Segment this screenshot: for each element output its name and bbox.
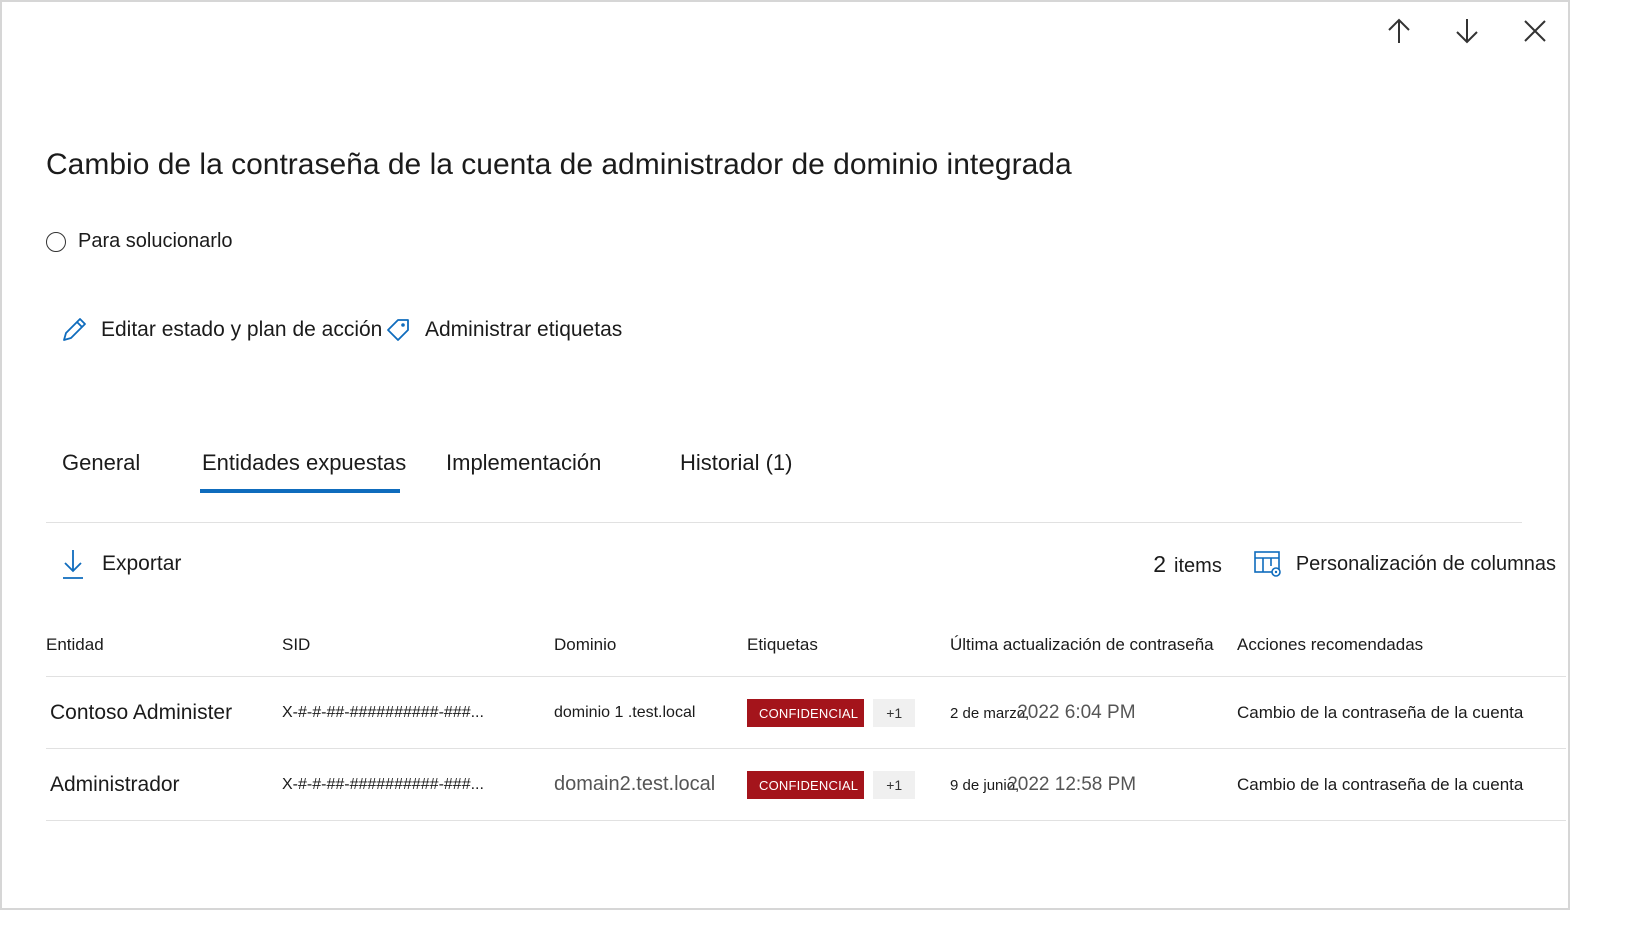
column-header-domain[interactable]: Dominio — [554, 614, 747, 677]
cell-domain: dominio 1 .test.local — [554, 676, 747, 749]
cell-sid: X-#-#-##-##########-###... — [282, 676, 554, 749]
items-count-label: items — [1174, 554, 1222, 577]
items-count: 2 items — [1153, 551, 1222, 578]
column-header-sid[interactable]: SID — [282, 614, 554, 677]
download-icon — [58, 546, 88, 582]
tabs-divider — [46, 522, 1522, 523]
page-title: Cambio de la contraseña de la cuenta de … — [46, 148, 1072, 181]
toolbar-right: 2 items Personalización de columnas — [1153, 542, 1556, 586]
status-indicator: Para solucionarlo — [46, 230, 233, 253]
tag-badge: CONFIDENCIAL — [747, 698, 865, 727]
table-toolbar: Exportar 2 items Personalización de colu… — [46, 542, 1556, 586]
arrow-down-icon[interactable] — [1448, 12, 1486, 50]
column-header-recommended-actions[interactable]: Acciones recomendadas — [1237, 614, 1566, 677]
cell-entity: Administrador — [46, 748, 282, 821]
customize-columns-icon — [1252, 548, 1284, 580]
close-icon[interactable] — [1516, 12, 1554, 50]
column-header-entity[interactable]: Entidad — [46, 614, 282, 677]
cell-last-update: 9 de junio,2022 12:58 PM — [950, 748, 1237, 821]
tab-exposed-entities[interactable]: Entidades expuestas — [168, 442, 416, 498]
cell-tags: CONFIDENCIAL +1 — [747, 748, 950, 821]
tab-general[interactable]: General — [46, 442, 168, 498]
tag-more-badge[interactable]: +1 — [873, 770, 916, 799]
column-header-last-password-update[interactable]: Última actualización de contraseña — [950, 614, 1237, 677]
table-row[interactable]: Administrador X-#-#-##-##########-###...… — [46, 748, 1566, 821]
cell-recommended-action: Cambio de la contraseña de la cuenta — [1237, 676, 1566, 749]
table-row[interactable]: Contoso Administer X-#-#-##-##########-#… — [46, 676, 1566, 749]
pencil-icon — [58, 314, 90, 346]
cell-recommended-action: Cambio de la contraseña de la cuenta — [1237, 748, 1566, 821]
cell-entity: Contoso Administer — [46, 676, 282, 749]
tab-bar: General Entidades expuestas Implementaci… — [46, 442, 808, 498]
cell-last-update: 2 de marzo,2022 6:04 PM — [950, 676, 1237, 749]
tag-icon — [382, 314, 414, 346]
date-time: 2022 12:58 PM — [1007, 773, 1137, 795]
entities-table: Entidad SID Dominio Etiquetas Última act… — [46, 614, 1566, 821]
panel-navigation — [1380, 12, 1554, 50]
manage-tags-button[interactable]: Administrar etiquetas — [382, 314, 622, 346]
customize-columns-button[interactable]: Personalización de columnas — [1252, 548, 1556, 580]
arrow-up-icon[interactable] — [1380, 12, 1418, 50]
edit-status-label: Editar estado y plan de acción — [101, 318, 383, 341]
status-circle-icon — [46, 231, 66, 252]
column-header-tags[interactable]: Etiquetas — [747, 614, 950, 677]
date-time: 2022 6:04 PM — [1017, 701, 1136, 723]
manage-tags-label: Administrar etiquetas — [425, 318, 623, 341]
tab-implementation[interactable]: Implementación — [416, 442, 636, 498]
cell-domain: domain2.test.local — [554, 748, 747, 821]
edit-status-button[interactable]: Editar estado y plan de acción — [58, 314, 388, 346]
details-panel: Cambio de la contraseña de la cuenta de … — [0, 0, 1570, 910]
action-bar: Editar estado y plan de acción Administr… — [58, 314, 622, 346]
tab-history[interactable]: Historial (1) — [636, 442, 808, 498]
status-label: Para solucionarlo — [78, 230, 233, 252]
tag-badge: CONFIDENCIAL — [747, 770, 865, 799]
items-count-number: 2 — [1153, 550, 1167, 577]
export-label: Exportar — [102, 552, 182, 575]
cell-tags: CONFIDENCIAL +1 — [747, 676, 950, 749]
export-button[interactable]: Exportar — [58, 542, 181, 586]
table-header-row: Entidad SID Dominio Etiquetas Última act… — [46, 614, 1566, 677]
cell-sid: X-#-#-##-##########-###... — [282, 748, 554, 821]
tag-more-badge[interactable]: +1 — [873, 698, 916, 727]
customize-columns-label: Personalización de columnas — [1295, 552, 1556, 575]
